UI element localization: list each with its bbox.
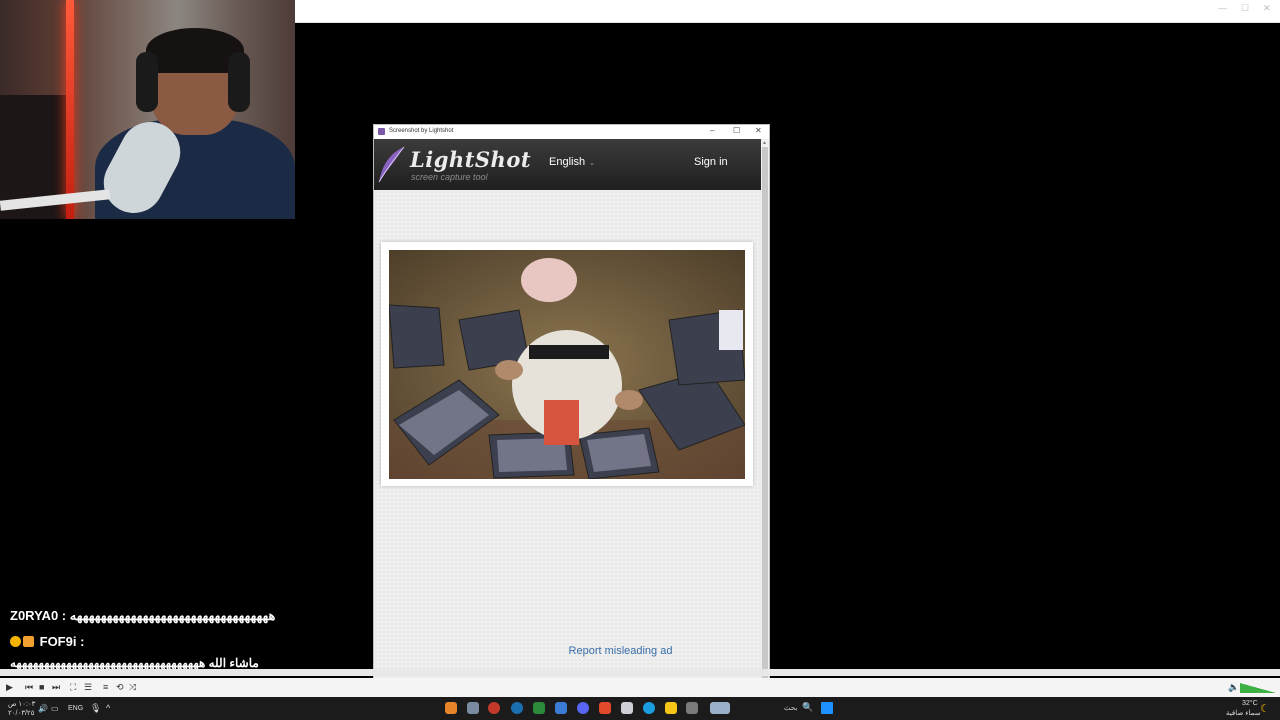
network-icon[interactable]: ▭ — [51, 704, 59, 713]
language-label: English — [549, 156, 586, 168]
background-window-titlebar: — ☐ ✕ — [295, 0, 1280, 23]
subscriber-badge-icon — [23, 636, 34, 647]
file-explorer-icon[interactable] — [665, 702, 677, 714]
chat-text: هههههههههههههههههههههههههههههههههه — [69, 608, 276, 623]
steam-icon[interactable] — [511, 702, 523, 714]
shuffle-icon[interactable]: ⤨ — [129, 682, 136, 693]
playlist-icon[interactable]: ≡ — [103, 682, 108, 692]
close-icon[interactable]: ✕ — [1263, 3, 1271, 14]
lightshot-taskbar-icon[interactable] — [710, 702, 730, 714]
language-selector[interactable]: English ⌄ — [549, 156, 595, 168]
weather-temp[interactable]: 32°C — [1242, 700, 1258, 707]
screenshot-photo-illustration — [389, 250, 745, 479]
screenshot-image[interactable] — [389, 250, 745, 479]
chat-text: ماشاء الله ههههههههههههههههههههههههههههه… — [10, 656, 259, 670]
app-window-icon[interactable] — [686, 702, 698, 714]
player-controls: ▶ ⏮ ■ ⏭ ⛶ ☰ ≡ ⟲ ⤨ 🔈 — [0, 678, 1280, 697]
search-label[interactable]: بحث — [784, 704, 797, 712]
next-icon[interactable]: ⏭ — [52, 682, 60, 693]
edge-icon[interactable] — [643, 702, 655, 714]
lightshot-favicon-icon — [378, 128, 385, 135]
volume-icon[interactable]: 🔊 — [38, 704, 48, 713]
lightshot-scrollbar[interactable]: ▲ — [761, 139, 769, 719]
report-misleading-ad-link[interactable]: Report misleading ad — [374, 645, 761, 657]
chat-username: Z0RYA0 : — [10, 608, 67, 623]
badge-icon — [10, 636, 21, 647]
player-seek-bar[interactable] — [0, 669, 1280, 676]
brave-icon[interactable] — [599, 702, 611, 714]
previous-icon[interactable]: ⏮ — [25, 682, 33, 693]
equalizer-icon[interactable]: ☰ — [84, 682, 92, 693]
maximize-button[interactable]: ☐ — [733, 126, 740, 135]
clock-date[interactable]: ٢٠/٠٣/٢٥ — [8, 709, 34, 717]
fullscreen-icon[interactable]: ⛶ — [70, 682, 76, 693]
lightshot-tagline: screen capture tool — [411, 172, 488, 182]
lightshot-window: Screenshot by Lightshot – ☐ ✕ LightShot … — [373, 124, 770, 720]
lightshot-header: LightShot screen capture tool English ⌄ S… — [374, 139, 761, 190]
maximize-icon[interactable]: ☐ — [1241, 3, 1249, 14]
settings-icon[interactable] — [467, 702, 479, 714]
close-button[interactable]: ✕ — [755, 126, 762, 135]
microphone-icon[interactable]: 🎙 — [90, 703, 101, 714]
photos-icon[interactable] — [555, 702, 567, 714]
snipping-icon[interactable] — [621, 702, 633, 714]
weather-text[interactable]: سماء صافية — [1226, 709, 1261, 717]
speaker-icon[interactable]: 🔈 — [1228, 682, 1239, 693]
webcam-led-strip — [66, 0, 74, 219]
webcam-headphone-right — [228, 52, 250, 112]
input-language[interactable]: ENG — [68, 705, 83, 712]
play-icon[interactable]: ▶ — [6, 682, 13, 693]
discord-icon[interactable] — [577, 702, 589, 714]
screenshot-frame — [381, 242, 753, 486]
stop-icon[interactable]: ■ — [39, 682, 44, 692]
webcam-overlay — [0, 0, 295, 219]
chat-message: ماشاء الله ههههههههههههههههههههههههههههه… — [10, 656, 259, 670]
sign-in-button[interactable]: Sign in — [694, 156, 728, 168]
loop-icon[interactable]: ⟲ — [116, 682, 124, 693]
chat-username: FOF9i : — [39, 634, 85, 649]
search-icon[interactable]: 🔍 — [802, 702, 813, 713]
chat-message: Z0RYA0 : ههههههههههههههههههههههههههههههه… — [10, 608, 275, 624]
minimize-button[interactable]: – — [710, 126, 714, 135]
chevron-up-icon[interactable]: ^ — [106, 703, 110, 713]
taskbar: ١٠:٠٣ ص ٢٠/٠٣/٢٥ 🔊 ▭ ENG 🎙 ^ بحث 🔍 32°C … — [0, 697, 1280, 720]
vlc-icon[interactable] — [445, 702, 457, 714]
minimize-icon[interactable]: — — [1218, 3, 1227, 13]
moon-icon[interactable]: ☾ — [1260, 702, 1270, 715]
lightshot-content: Report misleading ad — [374, 190, 761, 719]
clock-time[interactable]: ١٠:٠٣ ص — [8, 700, 35, 708]
lightshot-logo[interactable]: LightShot — [410, 147, 531, 172]
chevron-down-icon: ⌄ — [589, 160, 595, 167]
volume-slider[interactable] — [1240, 683, 1276, 693]
feather-logo-icon — [378, 146, 405, 183]
start-menu-icon[interactable] — [821, 702, 833, 714]
terminal-icon[interactable] — [533, 702, 545, 714]
window-title: Screenshot by Lightshot — [389, 128, 454, 134]
scrollbar-thumb[interactable] — [762, 147, 768, 719]
lightshot-titlebar: Screenshot by Lightshot – ☐ ✕ — [374, 125, 769, 139]
app-icon[interactable] — [488, 702, 500, 714]
chat-message: FOF9i : — [10, 634, 84, 649]
webcam-headphone-left — [136, 52, 158, 112]
scroll-up-icon[interactable]: ▲ — [762, 140, 767, 146]
